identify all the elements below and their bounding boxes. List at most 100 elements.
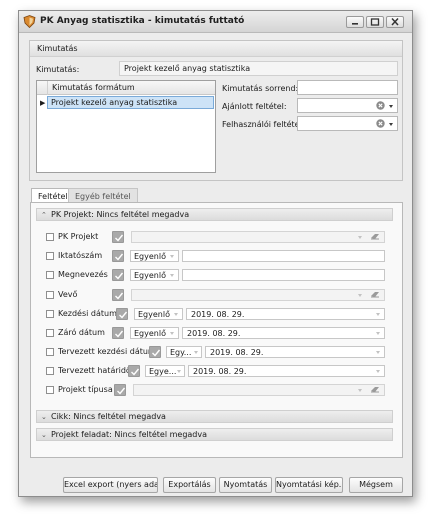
eraser-icon[interactable]: [370, 291, 380, 298]
condition-value[interactable]: [131, 289, 385, 301]
maximize-button[interactable]: [366, 16, 384, 28]
title-bar[interactable]: PK Anyag statisztika - kimutatás futtató: [19, 11, 412, 33]
chevron-down-icon[interactable]: [358, 389, 362, 392]
negate-toggle[interactable]: [114, 384, 126, 396]
condition-checkbox[interactable]: [46, 348, 54, 356]
chevron-down-icon[interactable]: [170, 332, 174, 335]
condition-checkbox[interactable]: [46, 367, 54, 375]
chevron-down-icon[interactable]: [174, 313, 178, 316]
eraser-icon[interactable]: [370, 233, 380, 240]
app-shield-icon: [23, 15, 36, 28]
chevron-down-icon: ⌄: [41, 413, 47, 421]
checkmark-icon: [115, 330, 124, 338]
section-pk-projekt-header[interactable]: ⌃ PK Projekt: Nincs feltétel megadva: [36, 208, 393, 221]
close-icon: [391, 17, 399, 26]
chevron-up-icon: ⌃: [41, 211, 47, 219]
negate-toggle[interactable]: [149, 346, 161, 358]
checkmark-icon: [152, 349, 161, 357]
chevron-down-icon[interactable]: [376, 351, 380, 354]
chevron-down-icon[interactable]: [194, 351, 198, 354]
negate-toggle[interactable]: [112, 250, 124, 262]
kimutatas-group-header: Kimutatás: [30, 41, 402, 57]
checkmark-icon: [115, 272, 124, 280]
condition-checkbox[interactable]: [46, 386, 54, 394]
condition-checkbox[interactable]: [46, 271, 54, 279]
negate-toggle[interactable]: [112, 327, 124, 339]
print-preview-button[interactable]: Nyomtatási kép...: [275, 477, 343, 493]
row-indicator-icon: ▶: [40, 99, 46, 107]
minimize-icon: [352, 23, 358, 25]
condition-value[interactable]: [133, 384, 385, 396]
condition-value[interactable]: [182, 269, 385, 281]
eraser-icon[interactable]: [370, 386, 380, 393]
chevron-down-icon[interactable]: [177, 370, 181, 373]
date-value[interactable]: 2019. 08. 29.: [205, 346, 385, 358]
date-value[interactable]: 2019. 08. 29.: [182, 327, 385, 339]
kimutatas-field: Projekt kezelő anyag statisztika: [119, 61, 398, 76]
checkmark-icon: [115, 253, 124, 261]
condition-checkbox[interactable]: [46, 329, 54, 337]
main-window: PK Anyag statisztika - kimutatás futtató…: [18, 10, 413, 497]
negate-toggle[interactable]: [116, 308, 128, 320]
chevron-down-icon[interactable]: [389, 123, 393, 126]
condition-value[interactable]: [131, 231, 385, 243]
print-button[interactable]: Nyomtatás: [219, 477, 272, 493]
chevron-down-icon[interactable]: [376, 313, 380, 316]
column-header-format[interactable]: Kimutatás formátum: [47, 81, 139, 95]
chevron-down-icon: ⌄: [41, 431, 47, 439]
condition-value[interactable]: [182, 250, 385, 262]
checkmark-icon: [131, 368, 140, 376]
condition-label: Tervezett kezdési dátum: [58, 347, 156, 356]
sorrend-field[interactable]: [297, 80, 398, 95]
close-button[interactable]: [386, 16, 404, 28]
section-cikk-header[interactable]: ⌄ Cikk: Nincs feltétel megadva: [36, 410, 393, 423]
kimutatas-label: Kimutatás:: [36, 65, 80, 74]
export-button[interactable]: Exportálás: [163, 477, 216, 493]
chevron-down-icon[interactable]: [389, 105, 393, 108]
condition-label: Kezdési dátum: [58, 309, 117, 318]
clear-icon[interactable]: [376, 101, 385, 110]
condition-label: Vevő: [58, 290, 78, 299]
grid-header: Kimutatás formátum: [37, 81, 215, 95]
checkmark-icon: [117, 387, 126, 395]
chevron-down-icon[interactable]: [358, 294, 362, 297]
checkmark-icon: [115, 292, 124, 300]
condition-label: Záró dátum: [58, 328, 105, 337]
chevron-down-icon[interactable]: [170, 274, 174, 277]
checkmark-icon: [119, 311, 128, 319]
condition-checkbox[interactable]: [46, 233, 54, 241]
condition-label: PK Projekt: [58, 232, 99, 241]
grid-cell-format[interactable]: Projekt kezelő anyag statisztika: [47, 96, 214, 109]
condition-checkbox[interactable]: [46, 252, 54, 260]
chevron-down-icon[interactable]: [376, 370, 380, 373]
sorrend-label: Kimutatás sorrend:: [222, 84, 299, 93]
date-value[interactable]: 2019. 08. 29.: [188, 365, 385, 377]
excel-export-button[interactable]: Excel export (nyers adat): [63, 477, 158, 493]
section-projekt-feladat-header[interactable]: ⌄ Projekt feladat: Nincs feltétel megadva: [36, 428, 393, 441]
condition-label: Iktatószám: [58, 251, 103, 260]
date-value[interactable]: 2019. 08. 29.: [186, 308, 385, 320]
condition-checkbox[interactable]: [46, 291, 54, 299]
cancel-button[interactable]: Mégsem: [349, 477, 403, 493]
condition-checkbox[interactable]: [46, 310, 54, 318]
negate-toggle[interactable]: [112, 269, 124, 281]
window-title: PK Anyag statisztika - kimutatás futtató: [40, 16, 245, 26]
section-projekt-feladat-title: Projekt feladat: Nincs feltétel megadva: [51, 430, 208, 439]
minimize-button[interactable]: [346, 16, 364, 28]
chevron-down-icon[interactable]: [358, 236, 362, 239]
clear-icon[interactable]: [376, 119, 385, 128]
tab-egyeb-feltetel[interactable]: Egyéb feltétel: [68, 188, 138, 203]
checkmark-icon: [115, 234, 124, 242]
chevron-down-icon[interactable]: [170, 255, 174, 258]
chevron-down-icon[interactable]: [376, 332, 380, 335]
negate-toggle[interactable]: [112, 289, 124, 301]
grid-row[interactable]: ▶ Projekt kezelő anyag statisztika: [37, 96, 215, 109]
negate-toggle[interactable]: [112, 231, 124, 243]
ajanlott-label: Ajánlott feltétel:: [222, 102, 287, 111]
section-pk-projekt-title: PK Projekt: Nincs feltétel megadva: [51, 210, 190, 219]
kimutatas-group: Kimutatás Kimutatás: Projekt kezelő anya…: [29, 40, 403, 181]
condition-label: Megnevezés: [58, 270, 108, 279]
felhasznaloi-label: Felhasználói feltétel:: [222, 120, 305, 129]
format-grid[interactable]: Kimutatás formátum ▶ Projekt kezelő anya…: [36, 80, 216, 173]
negate-toggle[interactable]: [128, 365, 140, 377]
